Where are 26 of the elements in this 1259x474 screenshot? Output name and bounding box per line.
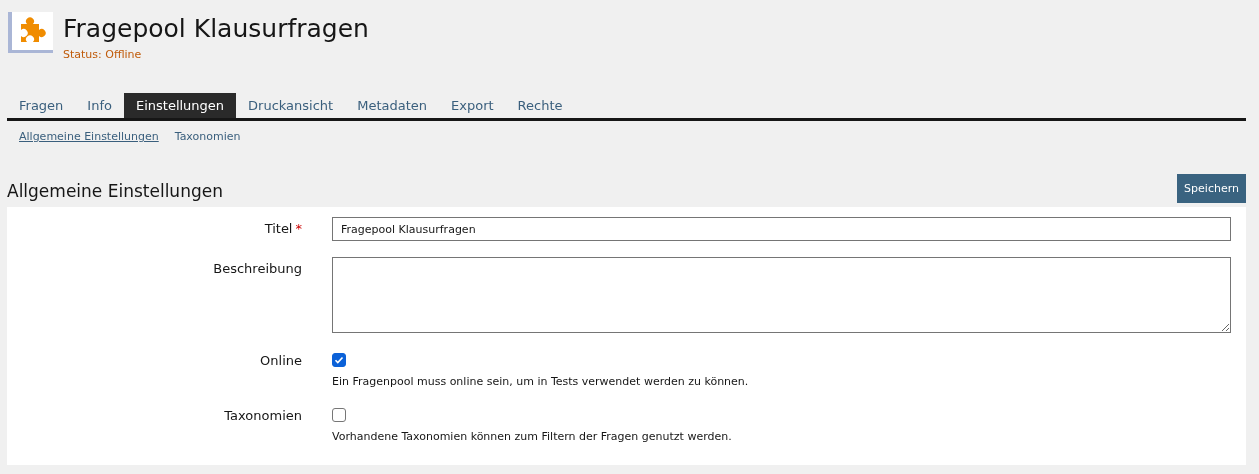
- save-button[interactable]: Speichern: [1177, 174, 1246, 203]
- field-label: Beschreibung: [212, 260, 302, 276]
- help-text: Vorhandene Taxonomien können zum Filtern der Fragen genutzt werden.: [332, 430, 733, 443]
- field-label: Titel *: [263, 220, 302, 236]
- help-text: Ein Fragenpool muss online sein, um in Tests verwendet werden zu können.: [332, 375, 750, 388]
- section-title: Allgemeine Einstellungen: [7, 181, 223, 203]
- field-label: Taxonomien: [223, 407, 302, 423]
- checkbox[interactable]: [332, 408, 346, 422]
- checkbox[interactable]: [332, 353, 346, 367]
- title-field[interactable]: Fragepool Klausurfragen: [332, 217, 1231, 241]
- status-text: Status: Offline: [63, 48, 143, 61]
- puzzle-icon: [8, 12, 53, 53]
- subtab-link[interactable]: Allgemeine Einstellungen: [19, 130, 159, 143]
- tab[interactable]: Rechte: [505, 93, 575, 118]
- tab[interactable]: Druckansicht: [236, 93, 346, 118]
- tab[interactable]: Fragen: [7, 93, 76, 118]
- field-label: Online: [259, 352, 302, 368]
- tab[interactable]: Info: [75, 93, 124, 118]
- page-title: Fragepool Klausurfragen: [63, 13, 369, 45]
- subtab-link[interactable]: Taxonomien: [174, 130, 241, 143]
- tab[interactable]: Einstellungen: [123, 93, 237, 118]
- tab[interactable]: Export: [439, 93, 506, 118]
- tab[interactable]: Metadaten: [345, 93, 440, 118]
- checkmark-icon: [334, 355, 344, 365]
- description-field[interactable]: [332, 257, 1231, 333]
- required-mark: *: [295, 221, 302, 236]
